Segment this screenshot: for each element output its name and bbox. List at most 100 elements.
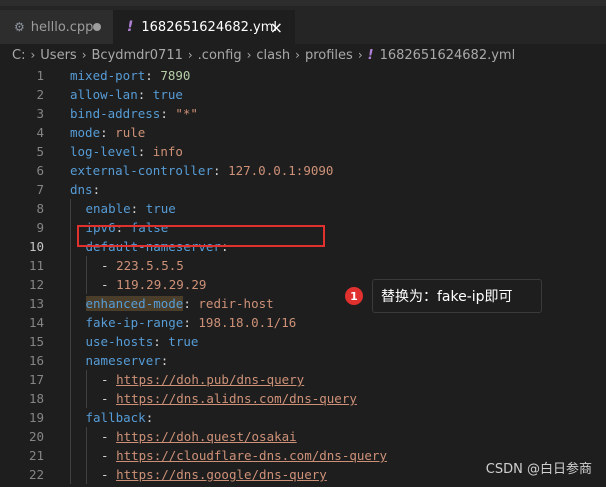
- indent-guide: [70, 351, 71, 370]
- code-line[interactable]: 2 allow-lan: true: [0, 85, 606, 104]
- code-text: - https://cloudflare-dns.com/dns-query: [101, 446, 387, 465]
- code-line[interactable]: 4 mode: rule: [0, 123, 606, 142]
- code-text: log-level: info: [70, 142, 183, 161]
- indent-guide: [70, 465, 71, 484]
- breadcrumb-item[interactable]: .config: [198, 48, 242, 63]
- code-text: mode: rule: [70, 123, 145, 142]
- colon: :: [213, 163, 229, 178]
- code-text: enhanced-mode: redir-host: [85, 294, 274, 313]
- indent-guide: [70, 332, 71, 351]
- code-line[interactable]: 6 external-controller: 127.0.0.1:9090: [0, 161, 606, 180]
- yaml-key: dns: [70, 182, 93, 197]
- breadcrumb-item[interactable]: C:: [12, 48, 25, 63]
- yaml-value: true: [145, 201, 176, 216]
- colon: :: [160, 106, 176, 121]
- yaml-key: allow-lan: [70, 87, 138, 102]
- indent-guide: [85, 256, 87, 275]
- yaml-key: use-hosts: [85, 334, 154, 349]
- indent-guide: [85, 465, 87, 484]
- url-link[interactable]: https://doh.quest/osakai: [116, 429, 297, 444]
- breadcrumb-item[interactable]: clash: [256, 48, 290, 63]
- code-line[interactable]: 14 fake-ip-range: 198.18.0.1/16: [0, 313, 606, 332]
- code-line[interactable]: 16 nameserver:: [0, 351, 606, 370]
- code-text: - 119.29.29.29: [101, 275, 206, 294]
- yaml-key: nameserver: [85, 353, 161, 368]
- colon: :: [183, 296, 199, 311]
- yaml-value: 127.0.0.1:9090: [228, 163, 334, 178]
- chevron-right-icon: ›: [187, 48, 193, 62]
- line-number: 13: [28, 296, 44, 311]
- breadcrumb-item[interactable]: 1682651624682.yml: [380, 48, 516, 63]
- yaml-value: redir-host: [198, 296, 274, 311]
- list-dash: -: [101, 277, 117, 292]
- watermark: CSDN @白日参商: [485, 462, 592, 477]
- code-editor[interactable]: 1 mixed-port: 7890 2 allow-lan: true 3 bind-a…: [0, 66, 606, 487]
- yaml-key: fallback: [85, 410, 146, 425]
- yaml-value: true: [168, 334, 199, 349]
- code-line[interactable]: 19 fallback:: [0, 408, 606, 427]
- url-link[interactable]: https://dns.google/dns-query: [116, 467, 327, 482]
- code-line[interactable]: 20 - https://doh.quest/osakai: [0, 427, 606, 446]
- line-number: 5: [36, 144, 44, 159]
- chevron-right-icon: ›: [246, 48, 252, 62]
- yaml-value: info: [152, 144, 183, 159]
- colon: :: [183, 315, 199, 330]
- code-line[interactable]: 5 log-level: info: [0, 142, 606, 161]
- code-text: - https://doh.quest/osakai: [101, 427, 297, 446]
- close-icon[interactable]: ×: [270, 18, 283, 37]
- code-text: external-controller: 127.0.0.1:9090: [70, 161, 333, 180]
- code-line[interactable]: 8 enable: true: [0, 199, 606, 218]
- url-link[interactable]: https://doh.pub/dns-query: [116, 372, 304, 387]
- code-line[interactable]: 17 - https://doh.pub/dns-query: [0, 370, 606, 389]
- indent-guide: [70, 237, 71, 256]
- code-text: - https://dns.alidns.com/dns-query: [101, 389, 357, 408]
- url-link[interactable]: https://cloudflare-dns.com/dns-query: [116, 448, 387, 463]
- step-badge: 1: [345, 287, 363, 305]
- tab-label: helllo.cpp: [30, 19, 94, 35]
- line-number: 10: [28, 239, 44, 254]
- indent-guide: [85, 446, 87, 465]
- line-number: 22: [28, 467, 44, 482]
- indent-guide: [70, 275, 71, 294]
- code-text: use-hosts: true: [86, 332, 199, 351]
- code-line[interactable]: 7 dns:: [0, 180, 606, 199]
- tab-helllo-cpp[interactable]: ⚙ helllo.cpp: [0, 10, 113, 44]
- chevron-right-icon: ›: [81, 48, 87, 62]
- code-text: - https://doh.pub/dns-query: [101, 370, 304, 389]
- colon: :: [153, 334, 169, 349]
- code-line[interactable]: 15 use-hosts: true: [0, 332, 606, 351]
- colon: :: [100, 125, 116, 140]
- line-number: 8: [36, 201, 44, 216]
- yaml-value: "*": [175, 106, 198, 121]
- indent-guide: [70, 218, 71, 237]
- colon: :: [137, 144, 153, 159]
- line-number: 17: [28, 372, 44, 387]
- line-number: 2: [36, 87, 44, 102]
- code-line[interactable]: 18 - https://dns.alidns.com/dns-query: [0, 389, 606, 408]
- code-line[interactable]: 1 mixed-port: 7890: [0, 66, 606, 85]
- code-text: nameserver:: [86, 351, 169, 370]
- yaml-value: true: [152, 87, 183, 102]
- colon: :: [92, 182, 101, 197]
- url-link[interactable]: https://dns.alidns.com/dns-query: [116, 391, 357, 406]
- colon: :: [145, 68, 161, 83]
- breadcrumb-item[interactable]: profiles: [305, 48, 353, 63]
- code-line[interactable]: 11 - 223.5.5.5: [0, 256, 606, 275]
- highlight-box: [77, 225, 325, 247]
- breadcrumb-item[interactable]: Bcydmdr0711: [92, 48, 183, 63]
- code-text: fallback:: [86, 408, 154, 427]
- colon: :: [145, 410, 154, 425]
- indent-guide: [85, 275, 87, 294]
- code-text: fake-ip-range: 198.18.0.1/16: [86, 313, 297, 332]
- line-number: 16: [28, 353, 44, 368]
- list-dash: -: [101, 467, 117, 482]
- colon: :: [160, 353, 169, 368]
- code-line[interactable]: 3 bind-address: "*": [0, 104, 606, 123]
- colon: :: [130, 201, 146, 216]
- list-value: 119.29.29.29: [116, 277, 207, 292]
- breadcrumb-item[interactable]: Users: [40, 48, 76, 63]
- tab-1682651624682-yml[interactable]: ! 1682651624682.yml ×: [113, 10, 295, 44]
- yaml-file-icon: !: [127, 19, 134, 35]
- unsaved-dot-icon[interactable]: [93, 23, 101, 31]
- line-number: 15: [28, 334, 44, 349]
